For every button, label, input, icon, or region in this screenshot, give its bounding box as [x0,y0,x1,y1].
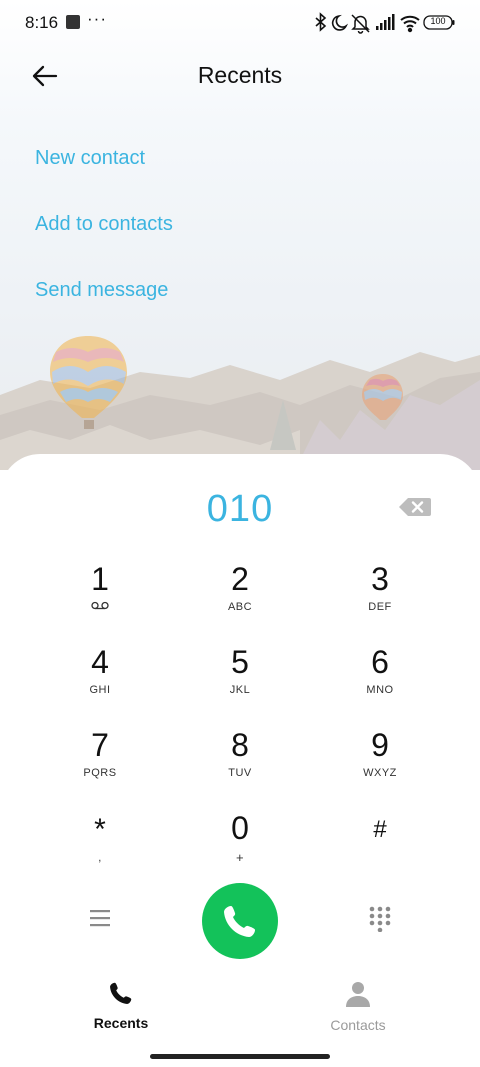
key-letters: DEF [368,601,392,613]
page-title: Recents [197,62,283,88]
backspace-icon [399,498,431,516]
key-digit: 2 [231,561,249,597]
phone-icon [110,982,132,1004]
tab-contacts-label: Contacts [330,1017,386,1033]
key-letters [325,852,435,866]
key-8[interactable]: 8 TUV [185,727,295,797]
key-2[interactable]: 2 ABC [185,561,295,631]
new-contact-link[interactable]: New contact [35,147,145,170]
more-notifications-icon: ··· [87,9,107,28]
key-digit: 0 [231,810,249,846]
key-1[interactable]: 1 [45,561,155,631]
key-letters: PQRS [83,767,117,779]
key-digit: 3 [371,561,389,597]
keypad-icon [369,906,391,933]
voicemail-icon [91,601,109,610]
key-digit: # [373,816,387,843]
key-0[interactable]: 0 + [185,810,295,880]
key-3[interactable]: 3 DEF [325,561,435,631]
moon-icon [331,14,349,31]
key-digit: 6 [371,644,389,680]
key-letters: MNO [366,684,394,696]
key-hash[interactable]: # [325,812,435,882]
dialer-screen: 8:16 ··· 100 Recents New contact Add to … [0,0,480,1067]
key-letters: + [235,850,245,865]
bluetooth-icon [315,12,327,32]
key-digit: 4 [91,644,109,680]
person-icon [346,982,370,1007]
tab-recents[interactable]: Recents [61,980,181,1032]
backspace-button[interactable] [398,496,432,518]
status-bar: 8:16 ··· 100 [0,0,480,46]
key-9[interactable]: 9 WXYZ [325,727,435,797]
key-7[interactable]: 7 PQRS [45,727,155,797]
key-letters: WXYZ [363,767,397,779]
key-letters: GHI [89,684,111,696]
tab-contacts[interactable]: Contacts [298,980,418,1033]
notification-square-icon [66,15,80,29]
home-indicator[interactable] [150,1054,330,1059]
key-letters: , [98,852,102,864]
key-digit: 7 [91,727,109,763]
key-star[interactable]: * , [45,812,155,882]
key-6[interactable]: 6 MNO [325,644,435,714]
key-4[interactable]: 4 GHI [45,644,155,714]
key-digit: 8 [231,727,249,763]
tab-recents-label: Recents [93,1015,149,1031]
keypad-toggle-button[interactable] [369,906,391,933]
phone-icon [224,906,255,937]
key-letters: TUV [228,767,252,779]
send-message-link[interactable]: Send message [35,279,168,302]
status-time: 8:16 [25,13,59,32]
signal-icon [376,14,395,30]
menu-button[interactable] [88,908,112,928]
key-letters: JKL [229,684,251,696]
key-letters: ABC [227,601,253,613]
key-digit: * [94,813,106,846]
add-to-contacts-link[interactable]: Add to contacts [35,213,173,236]
key-5[interactable]: 5 JKL [185,644,295,714]
wifi-icon [400,15,420,33]
call-button[interactable] [202,883,278,959]
key-digit: 1 [91,561,109,597]
menu-icon [90,910,110,927]
key-digit: 9 [371,727,389,763]
muted-bell-icon [351,14,370,34]
battery-level: 100 [430,16,446,26]
key-digit: 5 [231,644,249,680]
